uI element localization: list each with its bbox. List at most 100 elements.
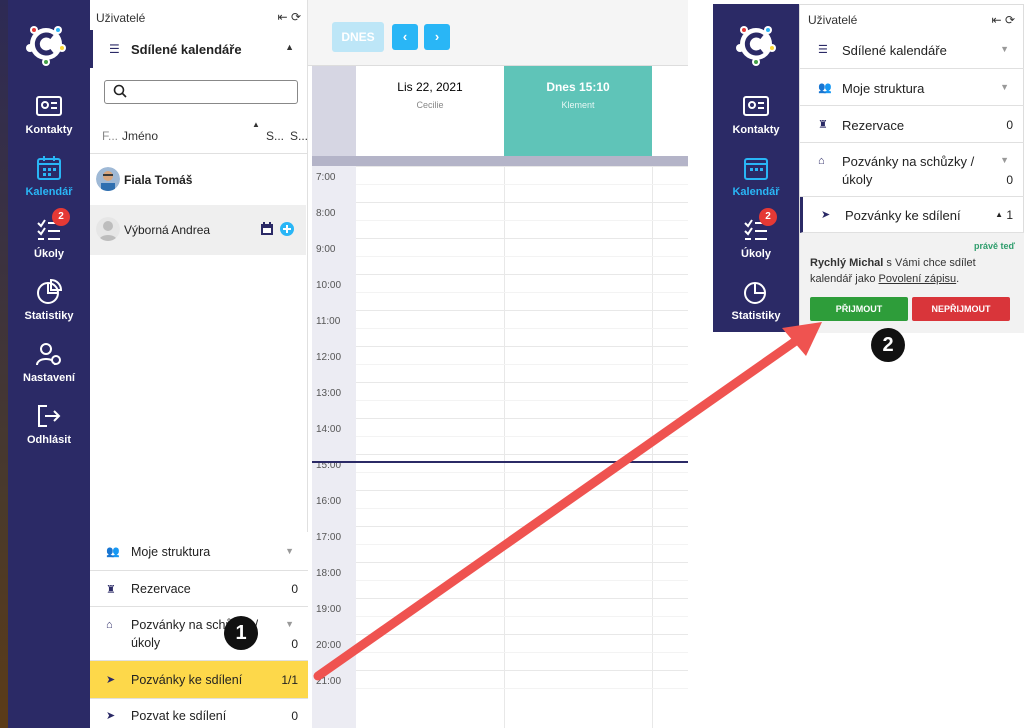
- nav-label: Nastavení: [23, 372, 75, 384]
- section-pozvanky-schuzky[interactable]: ⌂ Pozvánky na schůzky / úkoly ▼ 0: [90, 606, 308, 660]
- half-hour-line: [356, 256, 688, 257]
- half-hour-line: [356, 472, 688, 473]
- hour-label: 9:00: [316, 244, 336, 255]
- calendar-icon: [744, 158, 768, 180]
- contact-card-icon: [36, 96, 62, 116]
- tasks-badge: 2: [759, 208, 777, 226]
- caret-down-icon: ▼: [1000, 44, 1009, 54]
- hour-line: [356, 274, 688, 275]
- today-button[interactable]: DNES: [332, 22, 384, 52]
- add-icon[interactable]: [280, 222, 294, 236]
- section-pozvanky-schuzky[interactable]: ⌂ Pozvánky na schůzky / úkoly ▼ 0: [800, 143, 1024, 197]
- invite-text-end: .: [956, 273, 960, 285]
- app-logo[interactable]: [24, 22, 68, 66]
- section-label-line1: Pozvánky na schůzky /: [842, 154, 975, 169]
- day-header[interactable]: Lis 22, 2021 Cecilie: [356, 66, 504, 156]
- half-hour-line: [356, 652, 688, 653]
- nav-label: Statistiky: [24, 310, 74, 322]
- next-button[interactable]: ›: [424, 24, 450, 50]
- section-pozvanky-sdileni[interactable]: ➤ Pozvánky ke sdílení 1/1: [90, 660, 308, 698]
- zoom-callout: Kontakty Kalendář Úkoly 2 Statistiky Uži…: [713, 4, 1024, 333]
- users-group-icon: 👥: [818, 82, 832, 94]
- half-hour-line: [356, 580, 688, 581]
- nav-ukoly[interactable]: Úkoly 2: [8, 208, 90, 260]
- user-name: Výborná Andrea: [124, 223, 211, 237]
- section-label: Rezervace: [842, 118, 905, 133]
- hour-label: 17:00: [316, 532, 342, 543]
- prev-button[interactable]: ‹: [392, 24, 418, 50]
- refresh-icon[interactable]: ⟳: [291, 10, 301, 24]
- nav-kalendar[interactable]: Kalendář: [713, 154, 799, 198]
- hour-label: 19:00: [316, 604, 342, 615]
- zoom-panel: Uživatelé ⇤ ⟳ ☰ Sdílené kalendáře ▼ 👥 Mo…: [799, 4, 1024, 333]
- nav-kontakty[interactable]: Kontakty: [8, 92, 90, 136]
- main-nav: Kontakty Kalendář Úkoly 2 Statistiky Nas…: [8, 0, 90, 728]
- section-label: Rezervace: [131, 582, 191, 596]
- nav-kalendar[interactable]: Kalendář: [8, 154, 90, 198]
- section-count: 0: [291, 709, 298, 723]
- collapse-icon[interactable]: ⇤: [992, 13, 1002, 27]
- user-row[interactable]: Výborná Andrea: [90, 205, 306, 255]
- hour-line: [356, 166, 688, 167]
- today-header[interactable]: Dnes 15:10 Klement: [504, 66, 652, 156]
- nav-ukoly[interactable]: Úkoly 2: [713, 208, 799, 260]
- section-shared-calendars[interactable]: ☰ Sdílené kalendáře ▼: [800, 31, 1024, 69]
- hour-line: [356, 238, 688, 239]
- half-hour-line: [356, 436, 688, 437]
- calendar-icon[interactable]: [260, 222, 274, 236]
- half-hour-line: [356, 220, 688, 221]
- invite-sender: Rychlý Michal: [810, 257, 884, 269]
- nav-label: Úkoly: [741, 248, 771, 260]
- section-pozvanky-sdileni[interactable]: ➤ Pozvánky ke sdílení 1 ▲: [800, 197, 1024, 233]
- section-pozvat-sdileni[interactable]: ➤ Pozvat ke sdílení 0: [90, 698, 308, 728]
- user-name: Fiala Tomáš: [124, 173, 193, 187]
- caret-down-icon: ▼: [1000, 82, 1009, 92]
- hour-line: [356, 418, 688, 419]
- column-f[interactable]: F...: [102, 129, 118, 143]
- nav-kontakty[interactable]: Kontakty: [713, 92, 799, 136]
- accept-button[interactable]: PŘIJMOUT: [810, 297, 908, 321]
- column-s1[interactable]: S...: [266, 129, 284, 143]
- section-moje-struktura[interactable]: 👥 Moje struktura ▼: [800, 69, 1024, 106]
- section-moje-struktura[interactable]: 👥 Moje struktura ▼: [90, 532, 308, 570]
- chair-icon: ♜: [106, 584, 116, 596]
- section-label: Pozvánky ke sdílení: [845, 208, 961, 223]
- column-s2[interactable]: S...: [290, 129, 308, 143]
- half-hour-line: [356, 328, 688, 329]
- section-count: 0: [291, 582, 298, 596]
- half-hour-line: [356, 400, 688, 401]
- shared-calendars-header[interactable]: ☰ Sdílené kalendáře ▲: [90, 30, 308, 68]
- hour-line: [356, 454, 688, 455]
- sort-icon[interactable]: ▲: [252, 120, 260, 129]
- app-logo: [736, 26, 776, 66]
- nav-nastaveni[interactable]: Nastavení: [8, 340, 90, 384]
- half-hour-line: [356, 364, 688, 365]
- caret-down-icon: ▼: [1000, 155, 1009, 165]
- collapse-icon[interactable]: ⇤: [278, 10, 288, 24]
- column-name[interactable]: Jméno: [122, 129, 158, 143]
- half-hour-line: [356, 544, 688, 545]
- allday-strip: [312, 156, 688, 166]
- background-edge: [0, 0, 8, 728]
- caret-down-icon: ▼: [285, 546, 294, 556]
- user-row[interactable]: Fiala Tomáš: [90, 155, 306, 205]
- section-rezervace[interactable]: ♜ Rezervace 0: [90, 570, 308, 606]
- contact-card-icon: [743, 96, 769, 116]
- reject-button[interactable]: NEPŘIJMOUT: [912, 297, 1010, 321]
- calendar-view: DNES ‹ › Lis 22, 2021 Cecilie Dnes 15:10…: [308, 0, 688, 728]
- section-rezervace[interactable]: ♜ Rezervace 0: [800, 106, 1024, 143]
- nav-statistiky[interactable]: Statistiky: [8, 278, 90, 322]
- hour-label: 18:00: [316, 568, 342, 579]
- section-count: 0: [291, 637, 298, 651]
- send-icon: ➤: [106, 674, 116, 686]
- nav-odhlasit[interactable]: Odhlásit: [8, 402, 90, 446]
- hour-line: [356, 670, 688, 671]
- section-label-line2: úkoly: [131, 636, 161, 650]
- nav-statistiky[interactable]: Statistiky: [713, 278, 799, 322]
- half-hour-line: [356, 616, 688, 617]
- column-divider: [504, 166, 505, 728]
- hour-line: [356, 490, 688, 491]
- refresh-icon[interactable]: ⟳: [1005, 13, 1015, 27]
- nav-label: Kontakty: [732, 124, 780, 136]
- search-input[interactable]: [104, 80, 298, 104]
